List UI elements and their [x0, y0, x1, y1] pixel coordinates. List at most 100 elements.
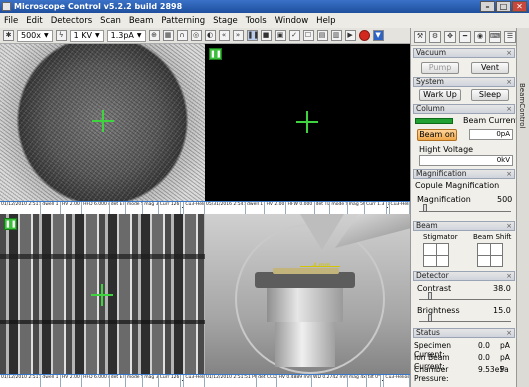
info-dwell: dwell 1 µs	[41, 375, 61, 387]
check-icon[interactable]: ✓	[288, 30, 300, 41]
slider-knob[interactable]	[428, 292, 432, 300]
chevron-down-icon: ▼	[44, 31, 49, 39]
detector-title: Detector	[416, 271, 449, 280]
magnification-select[interactable]: 500x ▼	[17, 29, 53, 42]
column-title: Column	[416, 104, 445, 113]
menu-detectors[interactable]: Detectors	[51, 16, 92, 26]
snapshot-icon[interactable]: ▣	[274, 30, 286, 41]
main-toolbar: ✱ 500x ▼ ϟ 1 KV ▼ 1.3pA ▼ ⊕ ▦ ∩ ◎ ◐ « » ❚❚ …	[0, 28, 410, 44]
minimize-button[interactable]: –	[480, 1, 495, 12]
info-mag: mag 39	[143, 202, 159, 214]
crosshair-icon[interactable]: ⊕	[148, 30, 160, 41]
view-quadrant-3[interactable]: ❚❚ 01/12/2010 2:51:51 PM dwell 1 µs HV 2…	[0, 214, 205, 387]
minus-icon[interactable]: ━	[459, 30, 471, 43]
keyboard-icon[interactable]: ⌨	[489, 30, 501, 43]
voltage-field[interactable]: 0kV	[419, 155, 513, 166]
close-icon[interactable]: ×	[506, 170, 512, 178]
slider-knob[interactable]	[423, 204, 427, 212]
brightness-label: Brightness	[417, 306, 460, 315]
status-header[interactable]: Status ×	[413, 328, 515, 338]
column-header[interactable]: Column ×	[413, 104, 515, 114]
vent-button[interactable]: Vent	[471, 62, 509, 74]
lightning-icon[interactable]: ϟ	[55, 30, 67, 41]
magnification-value: 500x	[21, 30, 42, 40]
vacuum-header[interactable]: Vacuum ×	[413, 48, 515, 58]
beam-header[interactable]: Beam ×	[413, 221, 515, 231]
contrast-icon[interactable]: ◐	[204, 30, 216, 41]
layout-icon[interactable]: ▥	[330, 30, 342, 41]
menu-tools[interactable]: Tools	[246, 16, 267, 26]
info-hv: HV 2.00 kV	[61, 202, 83, 214]
pause-icon[interactable]: ❚❚	[209, 48, 222, 60]
info-hfd: HFD 6.000 mm	[82, 375, 110, 387]
fast-forward-icon[interactable]: »	[232, 30, 244, 41]
system-header[interactable]: System ×	[413, 77, 515, 87]
detector-header[interactable]: Detector ×	[413, 271, 515, 281]
menu-edit[interactable]: Edit	[26, 16, 42, 26]
checkbox-icon[interactable]: ☐	[302, 30, 314, 41]
info-curr: Curr 126 nA	[159, 375, 182, 387]
status-unit: Pa	[500, 365, 509, 374]
brightness-slider[interactable]	[419, 314, 511, 322]
close-icon[interactable]: ×	[506, 329, 512, 337]
voltage-label: Hight Voltage	[419, 145, 474, 154]
view-quadrant-4[interactable]: 4 mm 01/12/2010 2:51:51 PM det CCD HV 0.…	[205, 214, 410, 387]
close-icon[interactable]: ×	[506, 49, 512, 57]
menu-help[interactable]: Help	[316, 16, 335, 26]
pump-button[interactable]: Pump	[421, 62, 459, 74]
pause-icon[interactable]: ❚❚	[246, 30, 259, 41]
menu-stage[interactable]: Stage	[213, 16, 238, 26]
magnification-slider[interactable]	[419, 204, 511, 212]
close-icon[interactable]: ×	[506, 272, 512, 280]
focus-icon[interactable]: ◎	[190, 30, 202, 41]
image-band	[0, 320, 205, 324]
contrast-slider[interactable]	[419, 292, 511, 300]
beam-current-field[interactable]: 0pA	[469, 129, 513, 140]
settings-icon[interactable]: ✱	[3, 30, 14, 41]
close-button[interactable]: ✕	[512, 1, 527, 12]
current-select[interactable]: 1.3pA ▼	[106, 29, 146, 42]
menu-scan[interactable]: Scan	[100, 16, 121, 26]
close-icon[interactable]: ×	[506, 222, 512, 230]
menu-patterning[interactable]: Patterning	[161, 16, 205, 26]
pause-icon[interactable]: ❚❚	[4, 218, 17, 230]
video-icon[interactable]: ▶	[344, 30, 356, 41]
menu-beam[interactable]: Beam	[129, 16, 154, 26]
stop-icon[interactable]: ■	[260, 30, 272, 41]
scale-bar: 10µm	[386, 202, 390, 214]
beam-shift-pad[interactable]	[477, 243, 503, 267]
maximize-button[interactable]: □	[496, 1, 511, 12]
tool-icon[interactable]: ⚒	[414, 30, 426, 43]
view-quadrant-2[interactable]: ❚❚ 05/31/2016 2:54:35 PM dwell 1 µs HV 2…	[205, 44, 410, 214]
contrast-value: 38.0	[493, 284, 511, 293]
beam-on-button[interactable]: Beam on	[417, 129, 457, 141]
warm-up-button[interactable]: Wark Up	[419, 89, 461, 101]
view-quadrant-1[interactable]: 01/12/2010 2:51:51 PM dwell 1 µs HV 2.00…	[0, 44, 205, 214]
list-icon[interactable]: ☰	[504, 30, 516, 43]
info-mode: mode SE	[330, 202, 348, 214]
app-icon	[2, 2, 11, 11]
status-row: Chamber Pressure: 9.53e5 Pa	[414, 365, 514, 383]
info-mode: mode SE	[126, 375, 144, 387]
slider-knob[interactable]	[428, 314, 432, 322]
close-icon[interactable]: ×	[506, 105, 512, 113]
grid-icon[interactable]: ▦	[162, 30, 174, 41]
gear-icon[interactable]: ⚙	[429, 30, 441, 43]
beam-control-tab[interactable]: BeamControl	[516, 28, 529, 387]
info-date: 01/12/2010 2:51:51 PM	[0, 375, 42, 387]
menu-window[interactable]: Window	[275, 16, 309, 26]
puzzle-icon[interactable]: ✥	[444, 30, 456, 43]
record-icon[interactable]	[358, 30, 370, 41]
stigmator-pad[interactable]	[423, 243, 449, 267]
magnification-header[interactable]: Magnification ×	[413, 169, 515, 179]
save-icon[interactable]: ▼	[372, 30, 384, 41]
voltage-select[interactable]: 1 KV ▼	[69, 29, 104, 42]
rewind-icon[interactable]: «	[218, 30, 230, 41]
close-icon[interactable]: ×	[506, 78, 512, 86]
beam-title: Beam	[416, 221, 438, 230]
sleep-button[interactable]: Sleep	[471, 89, 509, 101]
magnet-icon[interactable]: ∩	[176, 30, 188, 41]
menu-file[interactable]: File	[4, 16, 18, 26]
photo-icon[interactable]: ▤	[316, 30, 328, 41]
eye-icon[interactable]: ◉	[474, 30, 486, 43]
